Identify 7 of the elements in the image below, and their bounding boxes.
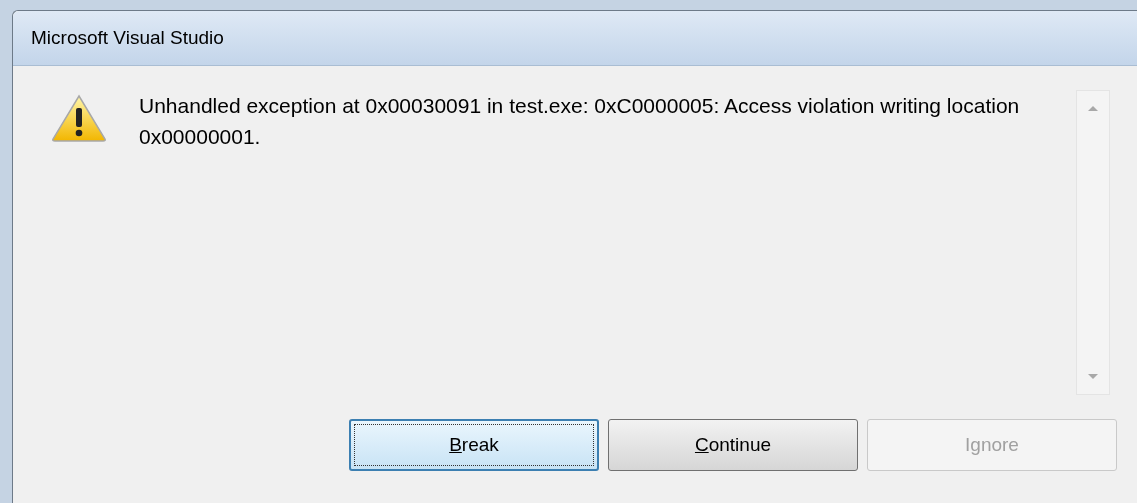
error-message: Unhandled exception at 0x00030091 in test.exe: 0xC0000005: Access violation writing location 0x00000001. bbox=[139, 93, 1021, 150]
dialog-button[interactable]: Continue bbox=[608, 419, 858, 471]
scroll-up-icon[interactable] bbox=[1087, 105, 1099, 112]
scroll-down-icon[interactable] bbox=[1087, 373, 1099, 380]
window-title: Microsoft Visual Studio bbox=[31, 25, 224, 50]
dialog-button[interactable]: Break bbox=[349, 419, 599, 471]
warning-icon bbox=[51, 94, 107, 142]
